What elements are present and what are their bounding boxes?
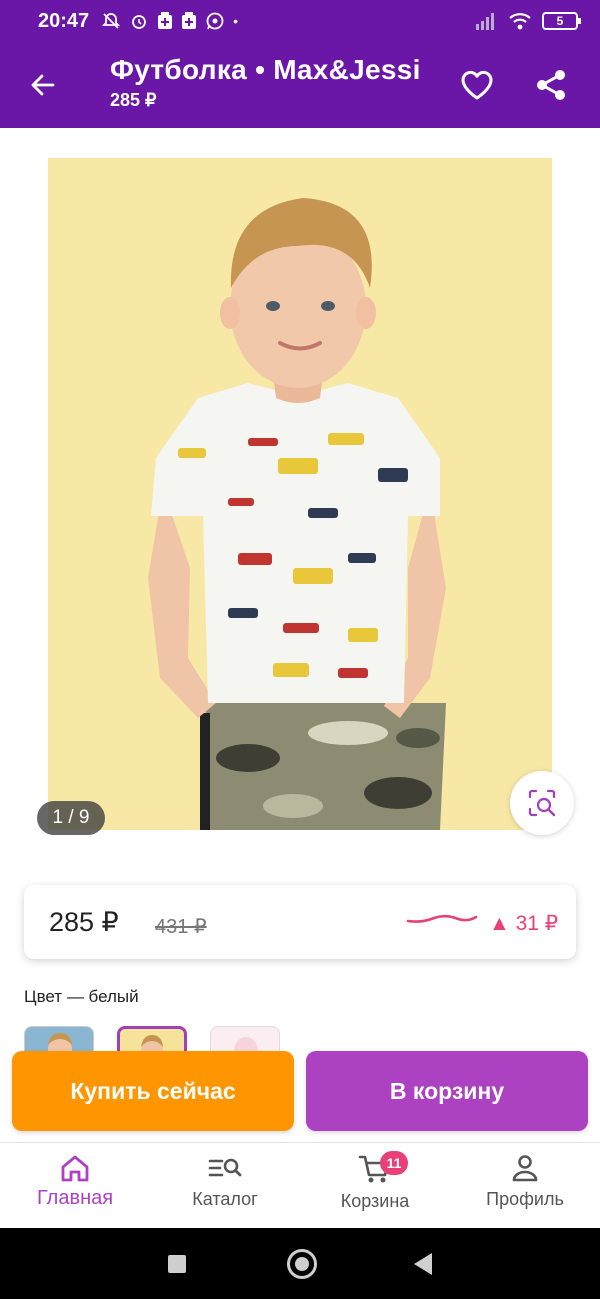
- share-icon: [537, 70, 565, 100]
- gallery-counter: 1 / 9: [37, 801, 105, 835]
- nav-item-profile[interactable]: Профиль: [450, 1143, 600, 1228]
- notification-icon: [158, 12, 173, 29]
- product-image-gallery[interactable]: [48, 158, 552, 830]
- product-photo: [48, 158, 552, 830]
- buy-now-button[interactable]: Купить сейчас: [12, 1051, 294, 1131]
- dot-icon: •: [233, 13, 239, 29]
- profile-icon: [512, 1155, 538, 1182]
- nav-label-catalog: Каталог: [192, 1189, 258, 1209]
- app-bar: Футболка • Max&Jessi 285 ₽: [0, 42, 600, 128]
- wifi-icon: [509, 13, 531, 30]
- nav-item-home[interactable]: Главная: [0, 1143, 150, 1228]
- heart-icon: [461, 70, 493, 100]
- cart-badge: 11: [380, 1151, 408, 1175]
- nav-item-catalog[interactable]: Каталог: [150, 1143, 300, 1228]
- favorite-button[interactable]: [454, 62, 500, 108]
- whatsapp-icon: [206, 12, 224, 30]
- nav-label-home: Главная: [36, 1187, 114, 1209]
- bottom-navigation: Главная Каталог 11 Корзина Профиль: [0, 1142, 600, 1228]
- share-button[interactable]: [528, 62, 574, 108]
- nav-label-cart: Корзина: [340, 1191, 410, 1211]
- recents-button[interactable]: [168, 1255, 186, 1273]
- battery-icon: 5: [542, 12, 581, 30]
- status-system-icons: 5: [474, 11, 581, 31]
- status-notification-icons: •: [101, 11, 238, 31]
- back-arrow-icon: [31, 74, 55, 96]
- add-to-cart-button[interactable]: В корзину: [306, 1051, 588, 1131]
- page-subtitle-price: 285 ₽: [110, 90, 157, 110]
- nav-item-cart[interactable]: 11 Корзина: [300, 1143, 450, 1228]
- back-system-button[interactable]: [414, 1253, 432, 1275]
- signal-icon: [476, 13, 494, 30]
- current-price: 285 ₽: [49, 907, 119, 937]
- alarm-icon: [132, 15, 147, 29]
- visual-search-button[interactable]: [510, 771, 574, 835]
- catalog-search-icon: [208, 1158, 242, 1177]
- home-icon: [61, 1155, 89, 1182]
- battery-level: 5: [556, 14, 564, 28]
- mute-bell-icon: [101, 13, 121, 29]
- price-change: ▲ 31 ₽: [489, 912, 559, 935]
- image-search-icon: [528, 789, 556, 817]
- status-bar: 20:47 • 5: [0, 0, 600, 42]
- nav-label-profile: Профиль: [486, 1189, 564, 1209]
- system-navigation-bar: [0, 1228, 600, 1299]
- price-history-card[interactable]: 285 ₽ 431 ₽ ▲ 31 ₽: [24, 885, 576, 959]
- page-title: Футболка • Max&Jessi: [110, 54, 421, 85]
- title-box: Футболка • Max&Jessi 285 ₽: [110, 54, 421, 111]
- price-trend-sparkline: [406, 914, 478, 923]
- status-time: 20:47: [38, 9, 90, 32]
- color-label: Цвет — белый: [24, 987, 139, 1006]
- notification-icon: [182, 12, 197, 29]
- old-price: 431 ₽: [155, 916, 207, 938]
- back-button[interactable]: [20, 62, 66, 108]
- home-system-button[interactable]: [287, 1249, 317, 1279]
